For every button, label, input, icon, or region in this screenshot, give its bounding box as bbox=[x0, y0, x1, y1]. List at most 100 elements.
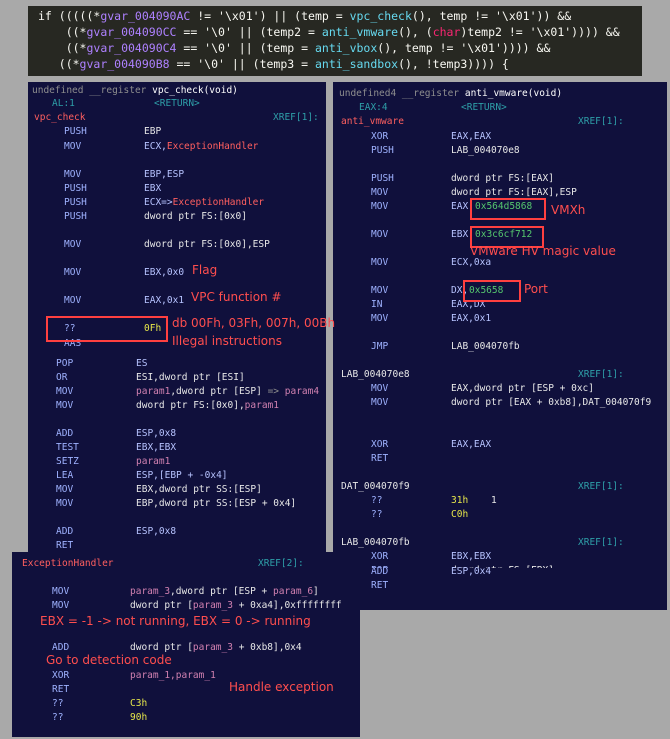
annotation-vmxh: VMXh bbox=[551, 203, 586, 217]
annotation-handle-exception: Handle exception bbox=[229, 680, 334, 694]
xref-label[interactable]: XREF[2]: bbox=[258, 558, 304, 570]
operand: EBX,EBX bbox=[451, 551, 492, 562]
annotation-vpc-function: VPC function # bbox=[191, 290, 282, 304]
function-label[interactable]: anti_vmware bbox=[341, 116, 404, 128]
code-line-4: ((*gvar_004090B8 == '\0' || (temp3 = ant… bbox=[38, 57, 509, 71]
operand: EBX,dword ptr SS:[ESP] bbox=[136, 484, 262, 495]
operand: dword ptr FS:[0x0],ESP bbox=[144, 239, 270, 250]
annotation-db-bytes: db 00Fh, 03Fh, 007h, 00Bh bbox=[172, 316, 336, 330]
xref-label[interactable]: XREF[1]: bbox=[578, 481, 624, 493]
mnemonic: MOV bbox=[56, 484, 74, 495]
operand[interactable]: LAB_004070fb bbox=[451, 341, 520, 353]
mnemonic: MOV bbox=[371, 229, 389, 240]
operand: ESP,0x4 bbox=[451, 566, 492, 577]
data-label[interactable]: DAT_004070f9 bbox=[341, 481, 410, 493]
operand: ECX=>ExceptionHandler bbox=[144, 197, 265, 208]
return-label: <RETURN> bbox=[154, 98, 200, 109]
function-label[interactable]: vpc_check bbox=[34, 112, 85, 124]
mnemonic: XOR bbox=[371, 551, 389, 562]
operand: EAX,0x1 bbox=[451, 313, 492, 324]
return-register: EAX:4 bbox=[359, 102, 388, 113]
operand: dword ptr FS:[EAX] bbox=[451, 173, 554, 184]
mnemonic: MOV bbox=[56, 400, 74, 411]
annotation-illegal-instructions: Illegal instructions bbox=[172, 334, 282, 348]
mnemonic: MOV bbox=[371, 397, 389, 408]
operand: param_1,param_1 bbox=[130, 670, 216, 681]
annotation-port: Port bbox=[524, 282, 548, 296]
highlight-vmxh-constant bbox=[470, 198, 546, 220]
mnemonic: TEST bbox=[56, 442, 79, 453]
mnemonic: MOV bbox=[371, 257, 389, 268]
operand: 31h bbox=[451, 495, 469, 506]
annotation-flag: Flag bbox=[192, 263, 218, 277]
decompiled-code-panel: if (((((*gvar_004090AC != '\x01') || (te… bbox=[28, 6, 642, 76]
mnemonic: ?? bbox=[371, 495, 383, 506]
exception-handler-listing: ExceptionHandler XREF[2]: MOV param_3,dw… bbox=[12, 552, 360, 737]
mnemonic: POP bbox=[56, 358, 74, 369]
xref-label[interactable]: XREF[1]: bbox=[578, 537, 624, 549]
char-comment: 1 bbox=[491, 495, 497, 506]
operand: EBP,dword ptr SS:[ESP + 0x4] bbox=[136, 498, 297, 509]
operand: ESI,dword ptr [ESI] bbox=[136, 372, 245, 383]
mnemonic: ?? bbox=[371, 509, 383, 520]
return-register: AL:1 bbox=[52, 98, 75, 109]
function-label[interactable]: ExceptionHandler bbox=[22, 558, 114, 570]
mnemonic: XOR bbox=[371, 439, 389, 450]
mnemonic: PUSH bbox=[64, 183, 87, 194]
operand: param_3,dword ptr [ESP + param_6] bbox=[130, 586, 319, 597]
mnemonic: RET bbox=[371, 453, 389, 464]
mnemonic: MOV bbox=[371, 201, 389, 212]
mnemonic: MOV bbox=[371, 285, 389, 296]
highlight-port-constant bbox=[463, 280, 521, 302]
mnemonic: RET bbox=[56, 540, 74, 551]
mnemonic: PUSH bbox=[64, 197, 87, 208]
operand: dword ptr FS:[0x0] bbox=[144, 211, 247, 222]
operand: param1 bbox=[136, 456, 171, 467]
mnemonic: PUSH bbox=[64, 126, 87, 137]
xref-label[interactable]: XREF[1]: bbox=[578, 369, 624, 381]
operand: dword ptr FS:[0x0],param1 bbox=[136, 400, 279, 411]
mnemonic: ?? bbox=[52, 698, 64, 709]
code-line-3: ((*gvar_004090C4 == '\0' || (temp = anti… bbox=[38, 41, 551, 55]
mnemonic: ADD bbox=[56, 428, 74, 439]
mnemonic: SETZ bbox=[56, 456, 79, 467]
mnemonic: MOV bbox=[56, 386, 74, 397]
operand: EAX,0x1 bbox=[144, 295, 185, 306]
mnemonic: LEA bbox=[56, 470, 74, 481]
operand: param1,dword ptr [ESP] => param4 bbox=[136, 386, 320, 397]
code-label[interactable]: LAB_004070e8 bbox=[341, 369, 410, 381]
mnemonic: MOV bbox=[64, 169, 82, 180]
code-label[interactable]: LAB_004070fb bbox=[341, 537, 410, 549]
mnemonic: MOV bbox=[64, 239, 82, 250]
annotation-magic-value: VMware HV magic value bbox=[470, 244, 616, 258]
operand: ESP,0x8 bbox=[136, 526, 177, 537]
operand: 90h bbox=[130, 712, 148, 723]
operand: EAX,EAX bbox=[451, 439, 492, 450]
operand: ES bbox=[136, 358, 148, 369]
mnemonic: PUSH bbox=[371, 173, 394, 184]
operand: ECX,0xa bbox=[451, 257, 492, 268]
xref-label[interactable]: XREF[1]: bbox=[578, 116, 624, 128]
operand: dword ptr [EAX + 0xb8],DAT_004070f9 bbox=[451, 397, 652, 408]
mnemonic: OR bbox=[56, 372, 68, 383]
mnemonic: MOV bbox=[64, 141, 82, 152]
operand: ESP,[EBP + -0x4] bbox=[136, 470, 228, 481]
mnemonic: XOR bbox=[371, 131, 389, 142]
xref-label[interactable]: XREF[1]: bbox=[273, 112, 319, 124]
operand: C3h bbox=[130, 698, 148, 709]
mnemonic: RET bbox=[52, 684, 70, 695]
mnemonic: JMP bbox=[371, 341, 389, 352]
mnemonic: MOV bbox=[52, 600, 70, 611]
mnemonic: MOV bbox=[56, 498, 74, 509]
operand: LAB_004070e8 bbox=[451, 145, 520, 156]
mnemonic: ADD bbox=[56, 526, 74, 537]
annotation-goto-detection: Go to detection code bbox=[46, 653, 172, 667]
mnemonic: MOV bbox=[371, 187, 389, 198]
mnemonic: MOV bbox=[64, 267, 82, 278]
function-signature: undefined __register vpc_check(void) bbox=[32, 85, 238, 96]
mnemonic: XOR bbox=[52, 670, 70, 681]
operand: EBX bbox=[144, 183, 162, 194]
mnemonic: MOV bbox=[371, 313, 389, 324]
operand: EBX,0x0 bbox=[144, 267, 185, 278]
operand: ESP,0x8 bbox=[136, 428, 177, 439]
